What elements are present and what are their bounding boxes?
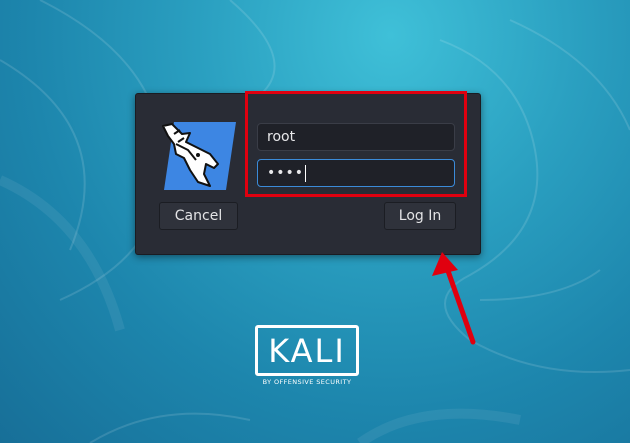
credentials-highlight-box <box>245 91 467 197</box>
kali-logo: KALI BY OFFENSIVE SECURITY <box>255 325 359 391</box>
kali-wordmark: KALI <box>268 332 346 370</box>
kali-dragon-icon <box>162 122 236 190</box>
arrow-up-icon <box>432 252 476 345</box>
cancel-button[interactable]: Cancel <box>159 202 238 230</box>
kali-tagline: BY OFFENSIVE SECURITY <box>262 378 352 386</box>
login-button[interactable]: Log In <box>384 202 456 230</box>
